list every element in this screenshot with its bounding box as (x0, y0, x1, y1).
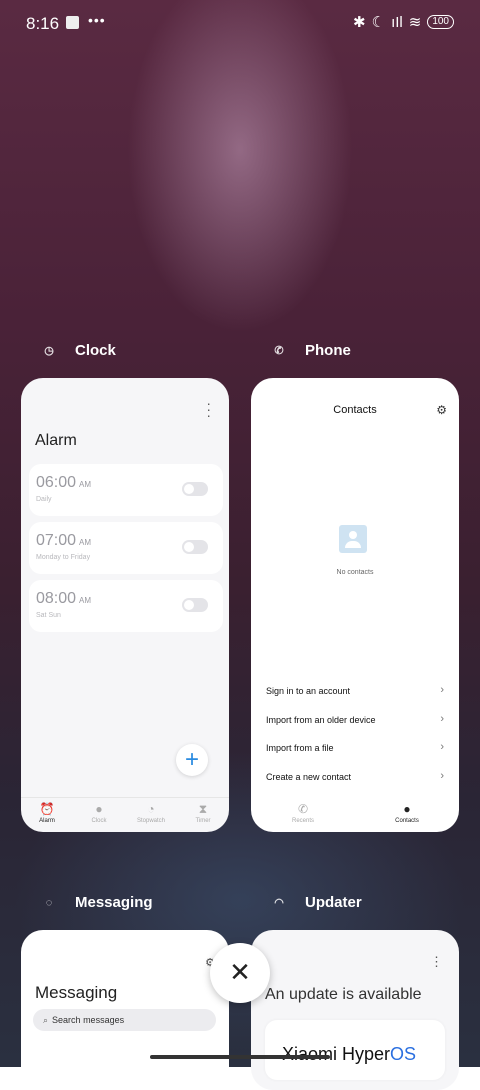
more-options-icon[interactable]: ⋮ (430, 954, 443, 970)
app-card-phone[interactable]: Contacts ⚙ No contacts Sign in to an acc… (251, 378, 459, 832)
tab-timer[interactable]: ⧗ Timer (177, 798, 229, 832)
status-bar: 8:16 ••• ✱ ☾ ıIl ≋ 100 (0, 0, 480, 46)
more-options-icon[interactable]: · · · (206, 396, 211, 422)
updater-app-icon: ◠ (274, 896, 284, 909)
alarm-time: 07:00 (36, 532, 77, 549)
alarm-time: 06:00 (36, 474, 77, 491)
alarm-toggle[interactable] (182, 540, 208, 554)
page-title: Messaging (35, 983, 118, 1002)
bluetooth-icon: ✱ (353, 14, 366, 31)
contact-action-item[interactable]: Import from an older device › (266, 713, 444, 735)
update-banner: Xiaomi HyperOS (265, 1020, 445, 1080)
moon-icon: ☾ (371, 14, 386, 31)
empty-state-text: No contacts (336, 569, 374, 576)
add-alarm-button[interactable]: + (176, 744, 208, 776)
tab-bar: ✆ Recents ● Contacts (251, 798, 459, 832)
chevron-right-icon: › (440, 684, 444, 696)
alarm-toggle[interactable] (182, 598, 208, 612)
signal-icon: ıIl (391, 13, 403, 31)
clear-all-button[interactable]: ✕ (210, 943, 270, 1003)
app-card-updater[interactable]: ⋮ An update is available Xiaomi HyperOS (251, 930, 459, 1090)
alarm-item[interactable]: 07:00 AM Monday to Friday (29, 522, 223, 574)
tab-clock[interactable]: ● Clock (73, 798, 125, 832)
gear-icon[interactable]: ⚙ (436, 403, 447, 417)
contact-action-item[interactable]: Import from a file › (266, 741, 444, 763)
search-icon: ⌕ (43, 1015, 49, 1025)
alarm-toggle[interactable] (182, 482, 208, 496)
tab-bar: ⏰ Alarm ● Clock ◔ Stopwatch ⧗ Timer (21, 797, 229, 832)
app-label-updater[interactable]: ◠ Updater (272, 894, 362, 911)
alarm-icon: ⏰ (39, 802, 55, 816)
search-input[interactable]: ⌕ Search messages (33, 1009, 216, 1031)
app-label-text: Phone (305, 342, 351, 359)
app-label-text: Updater (305, 894, 362, 911)
app-label-messaging[interactable]: ◌ Messaging (42, 894, 153, 911)
chevron-right-icon: › (440, 713, 444, 725)
person-icon: ● (403, 802, 411, 816)
messaging-app-icon: ◌ (45, 896, 53, 909)
wifi-icon: ≋ (408, 14, 422, 31)
app-card-messaging[interactable]: ⚙ Messaging ⌕ Search messages (21, 930, 229, 1090)
alarm-repeat: Monday to Friday (36, 554, 91, 561)
chevron-right-icon: › (440, 770, 444, 782)
notification-icon (66, 16, 79, 29)
alarm-item[interactable]: 08:00 AM Sat Sun (29, 580, 223, 632)
phone-icon: ✆ (297, 802, 309, 816)
app-card-clock[interactable]: · · · Alarm 06:00 AM Daily 07:00 AM Monday t… (21, 378, 229, 832)
hourglass-icon: ⧗ (198, 802, 208, 816)
alarm-time: 08:00 (36, 590, 77, 607)
page-title: Contacts (333, 404, 377, 416)
alarm-item[interactable]: 06:00 AM Daily (29, 464, 223, 516)
status-time: 8:16 (26, 14, 60, 33)
app-label-phone[interactable]: ✆ Phone (272, 342, 351, 359)
home-indicator[interactable] (150, 1055, 330, 1059)
clock-icon: ● (95, 802, 103, 816)
app-label-text: Messaging (75, 894, 153, 911)
close-icon: ✕ (229, 957, 251, 987)
stopwatch-icon: ◔ (147, 802, 155, 816)
app-label-text: Clock (75, 342, 116, 359)
contact-action-item[interactable]: Sign in to an account › (266, 684, 444, 706)
alarm-repeat: Sat Sun (36, 612, 61, 619)
clock-app-icon: ◷ (44, 344, 54, 357)
contact-action-item[interactable]: Create a new contact › (266, 770, 444, 792)
app-label-clock[interactable]: ◷ Clock (42, 342, 116, 359)
tab-recents[interactable]: ✆ Recents (251, 798, 355, 832)
contact-placeholder-icon (339, 525, 367, 553)
phone-app-icon: ✆ (274, 344, 284, 357)
tab-alarm[interactable]: ⏰ Alarm (21, 798, 73, 832)
update-title: An update is available (265, 986, 422, 1003)
tab-stopwatch[interactable]: ◔ Stopwatch (125, 798, 177, 832)
chevron-right-icon: › (440, 741, 444, 753)
more-notifications-icon: ••• (88, 12, 106, 28)
battery-icon: 100 (427, 15, 454, 29)
page-title: Alarm (35, 432, 77, 449)
alarm-repeat: Daily (36, 496, 52, 503)
tab-contacts[interactable]: ● Contacts (355, 798, 459, 832)
